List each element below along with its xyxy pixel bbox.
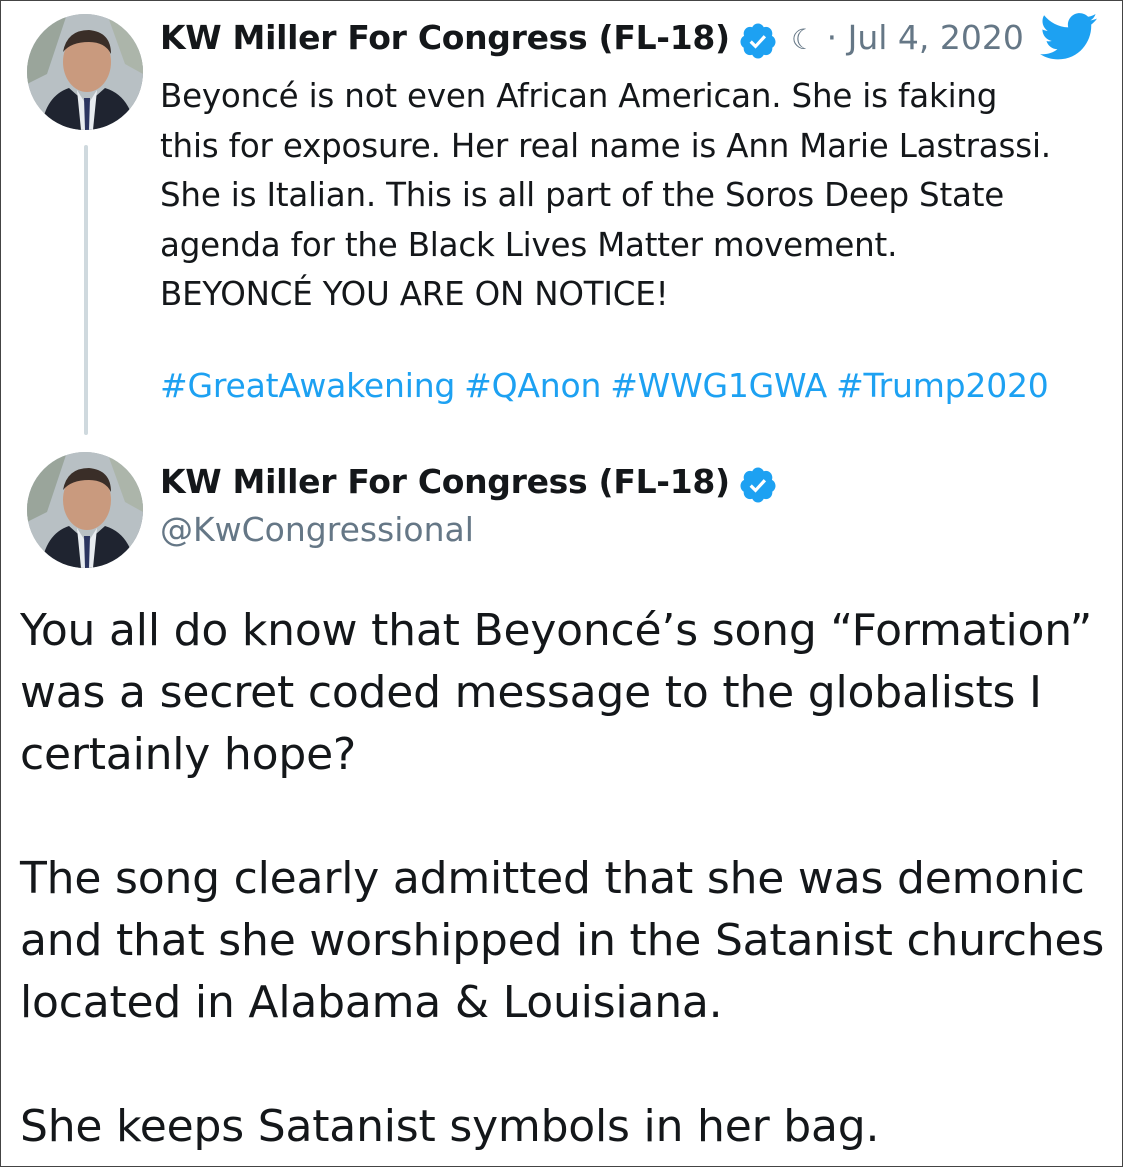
avatar[interactable]: [27, 452, 143, 568]
tweet-text-line: certainly hope?: [20, 729, 357, 780]
tweet-text-line: BEYONCÉ YOU ARE ON NOTICE!: [160, 275, 669, 313]
tweet-text-line: this for exposure. Her real name is Ann …: [160, 126, 1051, 165]
profile-photo-icon: [27, 14, 143, 130]
profile-photo-icon: [27, 452, 143, 568]
hashtag-list: #GreatAwakening #QAnon #WWG1GWA #Trump2020: [160, 366, 1058, 405]
tweet-text-line: She is Italian. This is all part of the …: [160, 176, 1005, 214]
tweet-text: Beyoncé is not even African American. Sh…: [160, 72, 1110, 320]
tweet-text: You all do know that Beyoncé’s song “For…: [20, 600, 1110, 1158]
tweet-text-line: located in Alabama & Louisiana.: [20, 977, 723, 1028]
display-name[interactable]: KW Miller For Congress (FL-18): [160, 18, 730, 57]
twitter-bird-icon: [1040, 13, 1098, 60]
tweet-text-line: The song clearly admitted that she was d…: [20, 853, 1085, 904]
tweet-date[interactable]: Jul 4, 2020: [848, 18, 1024, 57]
meta-separator: ·: [826, 18, 838, 57]
tweet-text-line: You all do know that Beyoncé’s song “For…: [20, 605, 1093, 656]
tweet-text-line: was a secret coded message to the global…: [20, 667, 1042, 718]
paragraph-spacer: [20, 1034, 1110, 1096]
thread-connector-line: [84, 145, 88, 435]
verified-badge-icon: [740, 23, 776, 59]
hashtag-link[interactable]: #Trump2020: [836, 366, 1049, 405]
hashtag-link[interactable]: #WWG1GWA: [610, 366, 827, 405]
paragraph-spacer: [20, 786, 1110, 848]
hashtag-link[interactable]: #GreatAwakening: [160, 366, 455, 405]
tweet-text-line: She keeps Satanist symbols in her bag.: [20, 1101, 880, 1152]
moon-icon: ☾: [791, 23, 817, 56]
user-handle[interactable]: @KwCongressional: [160, 510, 474, 549]
display-name[interactable]: KW Miller For Congress (FL-18): [160, 462, 730, 501]
verified-badge-icon: [740, 467, 776, 503]
hashtag-link[interactable]: #QAnon: [464, 366, 601, 405]
tweet-text-line: Beyoncé is not even African American. Sh…: [160, 77, 998, 115]
tweet-text-line: and that she worshipped in the Satanist …: [20, 915, 1105, 966]
tweet-meta: ☾ · Jul 4, 2020: [791, 18, 1024, 57]
tweet-text-line: agenda for the Black Lives Matter moveme…: [160, 225, 898, 264]
avatar[interactable]: [27, 14, 143, 130]
